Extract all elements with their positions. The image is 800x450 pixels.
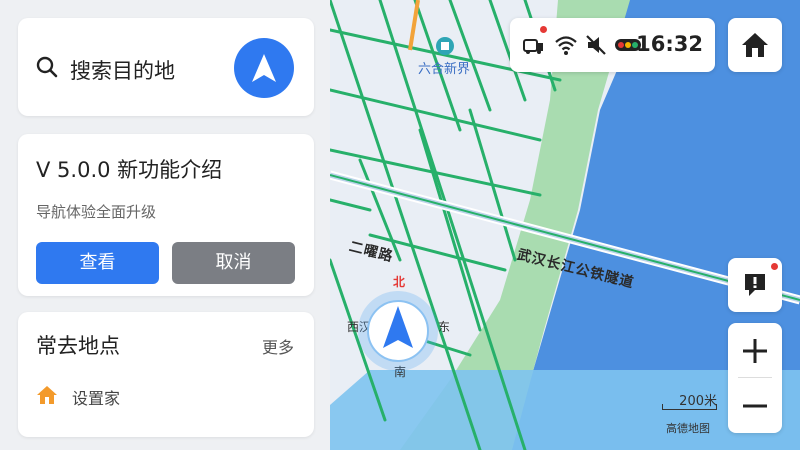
- scale-bar: [662, 404, 717, 410]
- zoom-in-button[interactable]: [728, 323, 782, 378]
- cancel-button[interactable]: 取消: [172, 242, 295, 284]
- update-card: V 5.0.0 新功能介绍 导航体验全面升级 查看 取消: [18, 134, 314, 296]
- report-button[interactable]: [728, 258, 782, 312]
- view-button[interactable]: 查看: [36, 242, 159, 284]
- update-title: V 5.0.0 新功能介绍: [36, 158, 223, 182]
- poi-label[interactable]: 六合新界: [418, 58, 470, 77]
- plus-icon: [743, 339, 767, 363]
- search-icon: [36, 56, 58, 78]
- home-icon: [742, 33, 768, 57]
- navigation-button[interactable]: [234, 38, 294, 98]
- search-input[interactable]: 搜索目的地: [70, 55, 175, 85]
- car-position-marker[interactable]: [355, 288, 441, 374]
- wifi-icon: [555, 36, 577, 55]
- notification-dot: [771, 263, 778, 270]
- home-button[interactable]: [728, 18, 782, 72]
- zoom-out-button[interactable]: [728, 378, 782, 433]
- report-icon: [745, 274, 765, 296]
- left-panel: 搜索目的地 V 5.0.0 新功能介绍 导航体验全面升级 查看 取消 常去地点 …: [0, 0, 330, 450]
- more-button[interactable]: 更多: [262, 334, 294, 358]
- clock-time: 16:32: [636, 32, 703, 56]
- notification-dot: [540, 26, 547, 33]
- status-bar: 16:32: [510, 18, 715, 72]
- car-icon[interactable]: [522, 34, 546, 56]
- zoom-controls: [728, 323, 782, 433]
- update-subtitle: 导航体验全面升级: [36, 203, 157, 221]
- minus-icon: [743, 404, 767, 408]
- frequent-places-card: 常去地点 更多 设置家: [18, 312, 314, 437]
- set-home-item[interactable]: 设置家: [72, 385, 120, 409]
- map-scale: 200米: [662, 390, 717, 412]
- mute-icon[interactable]: [585, 34, 607, 56]
- map-brand-label: 高德地图: [666, 422, 710, 435]
- search-card[interactable]: 搜索目的地: [18, 18, 314, 116]
- frequent-places-title: 常去地点: [36, 334, 120, 358]
- home-icon: [37, 386, 57, 404]
- navigation-arrow-icon: [252, 54, 276, 82]
